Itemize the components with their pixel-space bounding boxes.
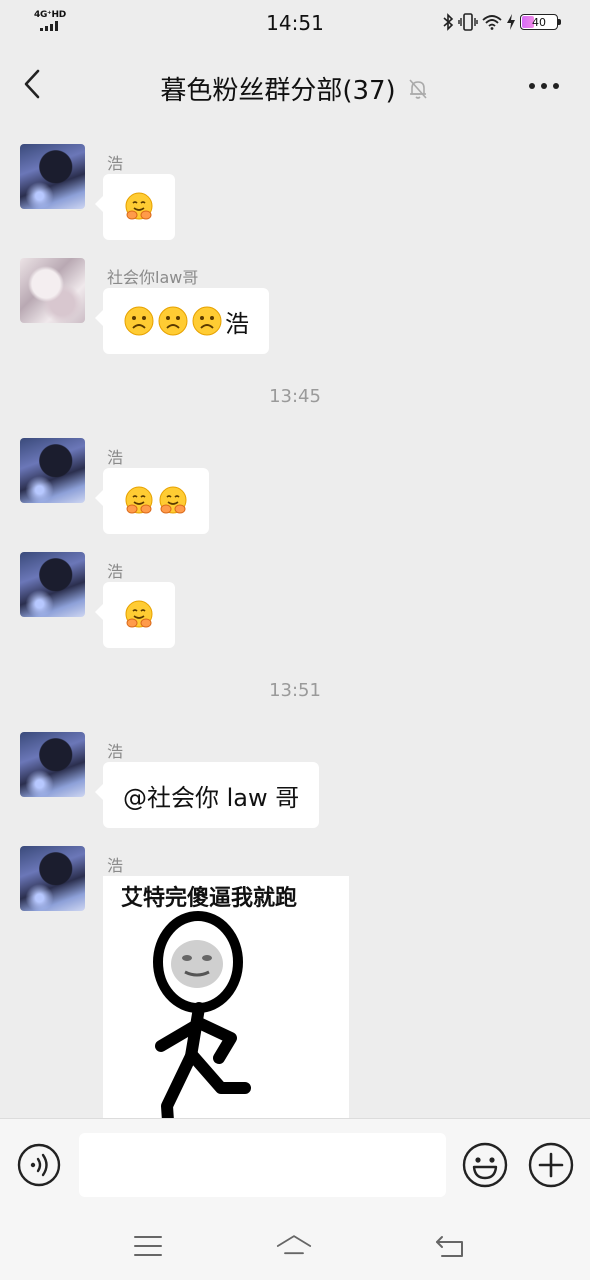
message-bubble[interactable] [95,582,175,648]
sender-name: 浩 [107,154,124,173]
voice-button[interactable] [17,1143,61,1187]
wifi-icon [482,15,502,30]
hug-emoji-icon [125,600,153,628]
plus-circle-icon [528,1142,574,1188]
system-nav-bar [0,1212,590,1280]
return-icon [436,1236,463,1257]
message-input[interactable] [79,1133,446,1197]
sender-name: 浩 [107,742,124,761]
avatar[interactable] [20,732,85,797]
sender-name: 社会你law哥 [107,268,199,287]
status-bar: 4G⁺HD 14:51 40 [0,0,590,44]
message-list[interactable]: 浩 社会你law哥 浩 13:45 浩 浩 13:51 浩 @社会你 law 哥… [0,128,590,1118]
timestamp: 13:45 [269,386,321,407]
recent-apps-button[interactable] [130,1230,166,1262]
more-functions-button[interactable] [528,1142,574,1188]
sticker-image[interactable]: 艾特完傻逼我就跑 [103,876,349,1118]
sender-name: 浩 [107,562,124,581]
avatar[interactable] [20,144,85,209]
voice-icon [17,1143,61,1187]
home-icon [276,1235,312,1255]
timestamp: 13:51 [269,680,321,701]
input-bar [0,1118,590,1212]
avatar[interactable] [20,846,85,911]
smile-icon [462,1142,508,1188]
avatar[interactable] [20,258,85,323]
chat-title: 暮色粉丝群分部(37) [160,76,396,106]
back-nav-button[interactable] [432,1230,468,1262]
more-horizontal-icon [529,83,559,89]
sad-emoji-icon [192,306,222,336]
message-bubble[interactable]: 浩 [95,288,269,354]
emoji-button[interactable] [462,1142,508,1188]
message-bubble[interactable] [95,468,209,534]
status-icons: 40 [442,12,561,32]
message-bubble[interactable]: @社会你 law 哥 [94,762,320,828]
avatar[interactable] [20,438,85,503]
menu-icon [134,1236,162,1256]
home-button[interactable] [276,1230,312,1262]
sender-name: 浩 [107,856,124,875]
bluetooth-icon [443,13,454,31]
message-text: @社会你 law 哥 [123,783,300,812]
vibrate-icon [458,13,478,31]
charging-icon [507,14,515,30]
avatar[interactable] [20,552,85,617]
chat-header: 暮色粉丝群分部(37) [0,44,590,128]
battery-indicator: 40 [520,14,561,30]
message-text: 浩 [225,309,249,338]
battery-cap [558,19,561,25]
hug-emoji-icon [159,486,187,514]
chat-title-area: 暮色粉丝群分部(37) [0,70,590,107]
bell-off-icon [409,78,427,99]
more-button[interactable] [524,72,564,100]
battery-level: 40 [532,15,546,29]
stick-figure-drawing [153,911,251,1118]
hug-emoji-icon [125,192,153,220]
message-bubble[interactable] [95,174,175,240]
sad-emoji-icon [158,306,188,336]
sad-emoji-icon [124,306,154,336]
hug-emoji-icon [125,486,153,514]
sender-name: 浩 [107,448,124,467]
